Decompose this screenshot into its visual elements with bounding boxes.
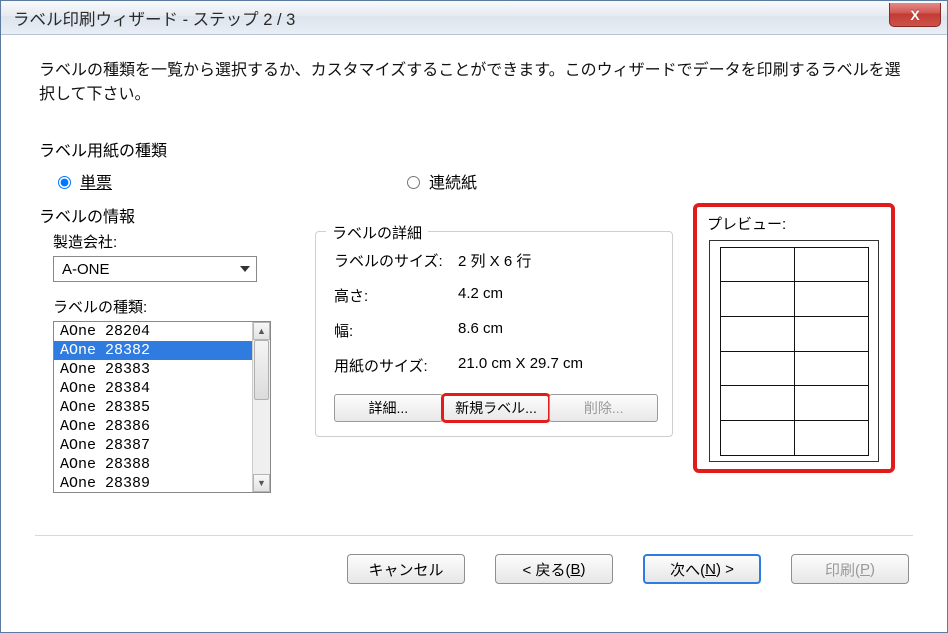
next-button[interactable]: 次へ(N) > [643, 554, 761, 584]
preview-cell [720, 351, 795, 387]
preview-cell [720, 281, 795, 317]
preview-grid [720, 247, 868, 455]
radio-cut-sheet-input[interactable] [58, 176, 71, 189]
manufacturer-value: A-ONE [62, 261, 110, 278]
back-button[interactable]: < 戻る(B) [495, 554, 613, 584]
content-area: ラベルの種類を一覧から選択するか、カスタマイズすることができます。このウィザード… [1, 35, 947, 501]
list-item[interactable]: AOne 28389 [54, 474, 252, 492]
preview-cell [720, 247, 795, 283]
close-button[interactable]: X [889, 3, 941, 27]
window-title: ラベル印刷ウィザード - ステップ 2 / 3 [13, 6, 295, 30]
radio-continuous-input[interactable] [407, 176, 420, 189]
details-legend: ラベルの詳細 [326, 222, 428, 243]
main-row: 製造会社: A-ONE ラベルの種類: AOne 28204AOne 28382… [39, 231, 909, 501]
list-item[interactable]: AOne 28384 [54, 379, 252, 398]
footer-bar: キャンセル < 戻る(B) 次へ(N) > 印刷(P) [1, 536, 947, 584]
detail-width-label: 幅: [334, 320, 458, 341]
listbox-scrollbar[interactable]: ▲ ▼ [252, 322, 270, 492]
list-item[interactable]: AOne 28386 [54, 417, 252, 436]
scroll-track[interactable] [253, 340, 270, 474]
scroll-up-button[interactable]: ▲ [253, 322, 270, 340]
detail-size-value: 2 列 X 6 行 [458, 250, 531, 271]
preview-page [709, 240, 879, 462]
cancel-button[interactable]: キャンセル [347, 554, 465, 584]
preview-cell [794, 351, 869, 387]
label-type-label: ラベルの種類: [53, 296, 289, 317]
scroll-down-button[interactable]: ▼ [253, 474, 270, 492]
detail-height-value: 4.2 cm [458, 285, 503, 306]
list-item[interactable]: AOne 28383 [54, 360, 252, 379]
detail-button[interactable]: 詳細... [334, 394, 443, 422]
radio-continuous-label: 連続紙 [429, 169, 477, 193]
preview-label: プレビュー: [707, 213, 885, 234]
detail-width-value: 8.6 cm [458, 320, 503, 341]
preview-cell [794, 420, 869, 456]
preview-cell [794, 281, 869, 317]
radio-cut-sheet[interactable]: 単票 [53, 169, 112, 193]
preview-cell [720, 316, 795, 352]
detail-height-label: 高さ: [334, 285, 458, 306]
list-item[interactable]: AOne 28387 [54, 436, 252, 455]
chevron-down-icon [240, 266, 250, 272]
preview-cell [720, 385, 795, 421]
preview-cell [794, 385, 869, 421]
new-label-button[interactable]: 新規ラベル... [442, 394, 551, 422]
scroll-thumb[interactable] [254, 340, 269, 400]
detail-size-label: ラベルのサイズ: [334, 250, 458, 271]
manufacturer-dropdown[interactable]: A-ONE [53, 256, 257, 282]
detail-paper-label: 用紙のサイズ: [334, 355, 458, 376]
intro-text: ラベルの種類を一覧から選択するか、カスタマイズすることができます。このウィザード… [39, 59, 909, 107]
left-column: 製造会社: A-ONE ラベルの種類: AOne 28204AOne 28382… [39, 231, 289, 493]
delete-button: 削除... [549, 394, 658, 422]
list-item[interactable]: AOne 28388 [54, 455, 252, 474]
label-type-listbox[interactable]: AOne 28204AOne 28382AOne 28383AOne 28384… [53, 321, 271, 493]
list-item[interactable]: AOne 28204 [54, 322, 252, 341]
title-bar: ラベル印刷ウィザード - ステップ 2 / 3 X [1, 1, 947, 35]
list-item[interactable]: AOne 28385 [54, 398, 252, 417]
preview-cell [794, 316, 869, 352]
preview-panel: プレビュー: [693, 203, 895, 473]
manufacturer-label: 製造会社: [53, 231, 289, 252]
preview-cell [720, 420, 795, 456]
detail-paper-value: 21.0 cm X 29.7 cm [458, 355, 583, 376]
preview-cell [794, 247, 869, 283]
label-details-group: ラベルの詳細 ラベルのサイズ: 2 列 X 6 行 高さ: 4.2 cm 幅: … [315, 231, 673, 437]
radio-continuous[interactable]: 連続紙 [402, 169, 477, 193]
print-button: 印刷(P) [791, 554, 909, 584]
paper-type-radio-group: 単票 連続紙 [53, 169, 909, 193]
close-icon: X [910, 7, 919, 23]
list-item[interactable]: AOne 28382 [54, 341, 252, 360]
paper-type-label: ラベル用紙の種類 [39, 137, 909, 161]
radio-cut-sheet-label: 単票 [80, 169, 112, 193]
